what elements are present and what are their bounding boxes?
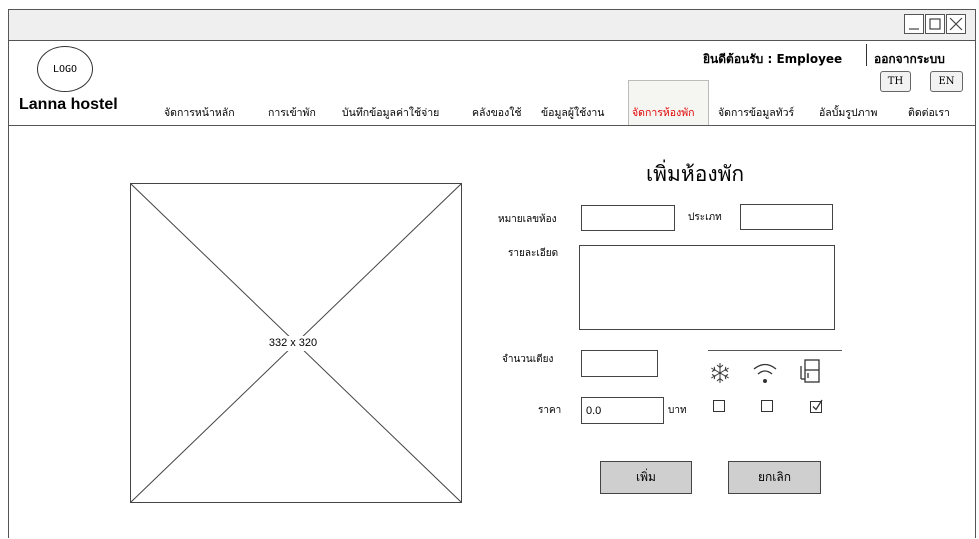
price-label: ราคา bbox=[538, 405, 562, 416]
nav-item-tours[interactable]: จัดการข้อมูลทัวร์ bbox=[718, 104, 794, 121]
detail-textarea[interactable] bbox=[579, 245, 835, 330]
maximize-button[interactable] bbox=[925, 14, 945, 34]
nav-item-expenses[interactable]: บันทึกข้อมูลค่าใช้จ่าย bbox=[342, 104, 439, 121]
minimize-button[interactable] bbox=[904, 14, 924, 34]
add-button[interactable]: เพิ่ม bbox=[600, 461, 692, 494]
wifi-icon bbox=[753, 363, 777, 383]
window-titlebar bbox=[9, 10, 975, 41]
nav-item-album[interactable]: อัลบั้มรูปภาพ bbox=[819, 104, 877, 121]
header-divider bbox=[866, 44, 867, 66]
cancel-button[interactable]: ยกเลิก bbox=[728, 461, 821, 494]
page-title: เพิ่มห้องพัก bbox=[646, 162, 745, 186]
fridge-icon bbox=[800, 359, 820, 383]
room-number-input[interactable] bbox=[581, 205, 675, 231]
snowflake-icon bbox=[711, 363, 729, 383]
lang-th-button[interactable]: TH bbox=[880, 71, 911, 92]
nav-item-inventory[interactable]: คลังของใช้ bbox=[472, 104, 521, 121]
lang-en-button[interactable]: EN bbox=[930, 71, 963, 92]
logo: LOGO bbox=[37, 46, 93, 92]
currency-label: บาท bbox=[668, 405, 687, 416]
welcome-text: ยินดีต้อนรับ : Employee bbox=[703, 52, 843, 66]
snowflake-checkbox[interactable] bbox=[713, 400, 725, 412]
maximize-icon bbox=[929, 18, 941, 30]
close-button[interactable] bbox=[946, 14, 966, 34]
nav-item-contact[interactable]: ติดต่อเรา bbox=[908, 104, 950, 121]
nav-item-users[interactable]: ข้อมูลผู้ใช้งาน bbox=[541, 104, 604, 121]
price-input[interactable]: 0.0 bbox=[581, 397, 664, 424]
brand-name: Lanna hostel bbox=[19, 96, 118, 113]
fridge-checkbox[interactable] bbox=[810, 398, 823, 413]
close-icon bbox=[949, 17, 963, 31]
room-type-label: ประเภท bbox=[688, 212, 722, 223]
checkmark-icon bbox=[810, 399, 823, 413]
minimize-icon bbox=[909, 28, 919, 30]
logout-link[interactable]: ออกจากระบบ bbox=[874, 50, 945, 69]
room-number-label: หมายเลขห้อง bbox=[498, 214, 557, 225]
nav-item-checkin[interactable]: การเข้าพัก bbox=[268, 104, 316, 121]
wifi-checkbox[interactable] bbox=[761, 400, 773, 412]
nav-item-rooms[interactable]: จัดการห้องพัก bbox=[632, 104, 695, 121]
image-size-label: 332 x 320 bbox=[268, 337, 318, 349]
header-divider-line bbox=[9, 125, 975, 126]
beds-label: จำนวนเตียง bbox=[502, 354, 554, 365]
room-image-placeholder[interactable]: 332 x 320 bbox=[130, 183, 462, 503]
room-type-input[interactable] bbox=[740, 204, 833, 230]
amenities-divider bbox=[708, 350, 842, 351]
nav-item-home[interactable]: จัดการหน้าหลัก bbox=[164, 104, 235, 121]
detail-label: รายละเอียด bbox=[508, 248, 559, 259]
beds-input[interactable] bbox=[581, 350, 658, 377]
